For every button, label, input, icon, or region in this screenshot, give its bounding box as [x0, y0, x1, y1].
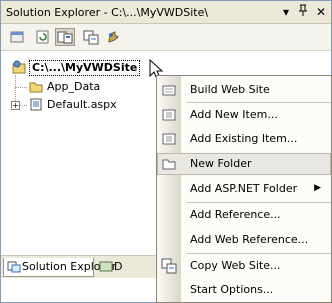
menu-item-copy-web-site[interactable]: Copy Web Site...	[157, 255, 331, 277]
copy-web-site-icon[interactable]	[81, 28, 101, 46]
menu-separator	[187, 202, 331, 203]
database-explorer-icon	[99, 260, 113, 279]
menu-item-label: New Folder	[190, 157, 252, 170]
asp-net-configuration-icon[interactable]	[103, 28, 123, 46]
tree-item-label: App_Data	[47, 80, 101, 93]
menu-item-label: Add New Item...	[190, 108, 278, 121]
menu-separator	[187, 102, 331, 103]
toolbar	[1, 24, 331, 51]
title-bar: Solution Explorer - C:\...\MyVWDSite\ ▾ …	[1, 1, 331, 24]
menu-item-add-web-reference[interactable]: Add Web Reference...	[157, 229, 331, 251]
aspx-file-icon	[29, 98, 43, 111]
add-new-item-icon	[161, 107, 177, 123]
menu-item-start-options[interactable]: Start Options...	[157, 279, 331, 301]
folder-icon	[29, 80, 43, 93]
window-options-dropdown-icon[interactable]: ▾	[283, 4, 289, 20]
menu-item-label: Start Options...	[190, 283, 274, 296]
menu-item-new-folder[interactable]: New Folder	[157, 153, 331, 175]
pin-icon[interactable]	[298, 4, 308, 20]
menu-item-add-asp-net-folder[interactable]: Add ASP.NET Folder ▶	[157, 178, 331, 200]
menu-item-add-reference[interactable]: Add Reference...	[157, 204, 331, 226]
menu-item-build-web-site[interactable]: Build Web Site	[157, 79, 331, 101]
close-icon[interactable]: ✕	[316, 4, 326, 20]
add-existing-item-icon	[161, 131, 177, 147]
menu-item-label: Add Web Reference...	[190, 233, 309, 246]
show-all-files-icon[interactable]	[55, 28, 75, 46]
menu-item-add-existing-item[interactable]: Add Existing Item...	[157, 128, 331, 150]
menu-separator	[187, 253, 331, 254]
context-menu: Build Web Site Add New Item... Add Exist…	[156, 75, 332, 303]
menu-item-label: Add ASP.NET Folder	[190, 182, 298, 195]
tree-item-label: Default.aspx	[47, 98, 117, 111]
menu-item-label: Add Reference...	[190, 208, 281, 221]
web-site-icon	[11, 60, 27, 74]
tree-root-label: C:\...\MyVWDSite	[29, 60, 141, 76]
new-folder-icon	[161, 156, 177, 172]
tab-label: D	[114, 260, 123, 273]
refresh-icon[interactable]	[33, 28, 53, 46]
tab-solution-explorer[interactable]: Solution Explorer	[3, 258, 116, 279]
menu-item-label: Copy Web Site...	[190, 259, 281, 272]
solution-explorer-icon	[7, 260, 21, 279]
build-icon	[161, 82, 177, 98]
menu-item-add-new-item[interactable]: Add New Item...	[157, 104, 331, 126]
tree-connector-line	[15, 87, 27, 88]
copy-web-site-icon	[161, 258, 177, 274]
properties-icon[interactable]	[7, 28, 27, 46]
tab-second[interactable]: D	[96, 258, 156, 276]
submenu-arrow-icon: ▶	[314, 183, 321, 193]
menu-item-label: Build Web Site	[190, 83, 270, 96]
expand-icon[interactable]: +	[11, 101, 20, 110]
menu-item-label: Add Existing Item...	[190, 132, 298, 145]
window-title: Solution Explorer - C:\...\MyVWDSite\	[6, 6, 209, 19]
